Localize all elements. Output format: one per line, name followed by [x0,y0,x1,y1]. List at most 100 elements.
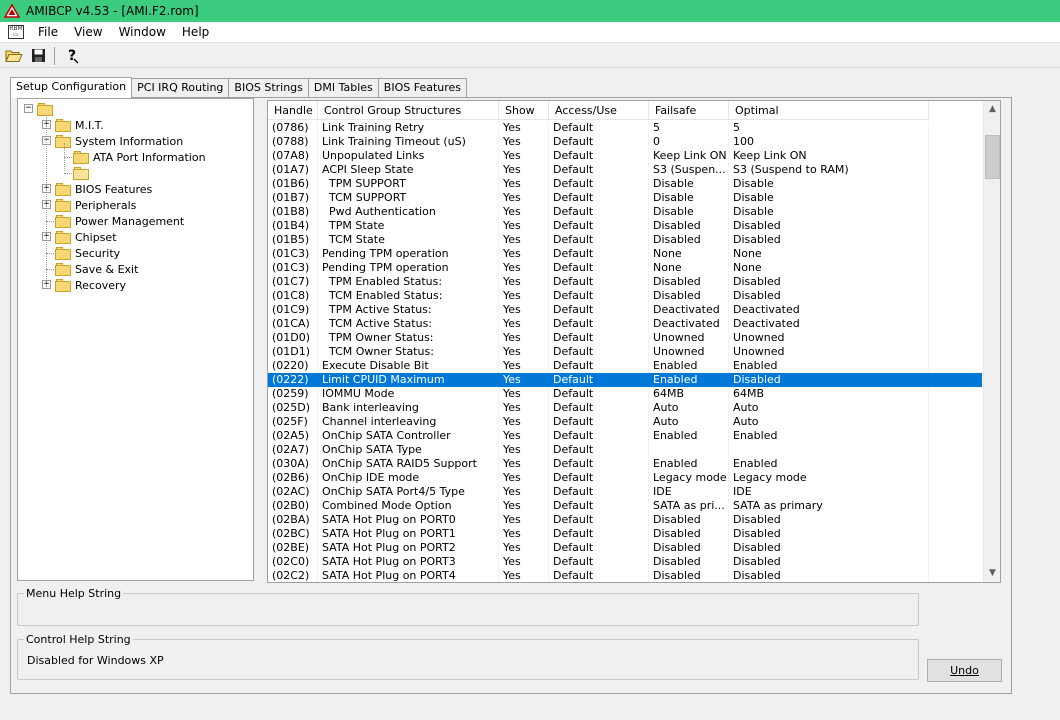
table-row[interactable]: (01B8) Pwd Authentication Yes Default Disab… [268,205,982,219]
tree-item[interactable]: Chipset [55,229,117,245]
save-button[interactable] [27,45,50,66]
table-cell: TCM Active Status: [318,317,499,331]
undo-button[interactable]: Undo [927,659,1002,682]
table-row[interactable]: (01B6) TPM SUPPORT Yes Default Disable Disab… [268,177,982,191]
table-cell: Deactivated [649,303,729,317]
table-row[interactable]: (07A8) Unpopulated Links Yes Default Keep Li… [268,149,982,163]
table-cell: S3 (Suspend to RAM) [729,163,929,177]
table-cell: Yes [499,121,549,135]
table-row[interactable]: (02A5) OnChip SATA Controller Yes Default En… [268,429,982,443]
help-button[interactable]: ? [61,45,84,66]
menu-file[interactable]: File [30,22,66,43]
table-cell: Disabled [649,289,729,303]
table-row[interactable]: (01B4) TPM State Yes Default Disabled Disabl… [268,219,982,233]
table-row[interactable]: (02B0) Combined Mode Option Yes Default SATA… [268,499,982,513]
table-row[interactable]: (02A7) OnChip SATA Type Yes Default [268,443,982,457]
tree-item-label: Save & Exit [75,262,139,276]
setup-tree[interactable]: − + M.I.T. − System Information ATA Port Info… [17,98,254,581]
table-cell: Default [549,415,649,429]
tab-setup-configuration[interactable]: Setup Configuration [10,77,133,98]
tab-dmi-tables[interactable]: DMI Tables [307,78,379,97]
table-row[interactable]: (02AC) OnChip SATA Port4/5 Type Yes Default… [268,485,982,499]
table-cell: Disable [649,205,729,219]
column-header[interactable]: Access/Use [549,101,649,120]
menu-help[interactable]: Help [174,22,217,43]
table-row[interactable]: (01C8) TCM Enabled Status: Yes Default Disa… [268,289,982,303]
table-row[interactable]: (0220) Execute Disable Bit Yes Default Enabl… [268,359,982,373]
column-header[interactable]: Control Group Structures [318,101,499,120]
tree-item[interactable]: Save & Exit [55,261,138,277]
control-grid[interactable]: Handle Control Group Structures Show Access… [267,100,1001,583]
table-row[interactable]: (01D0) TPM Owner Status: Yes Default Unowne… [268,331,982,345]
column-header[interactable]: Show [499,101,549,120]
tree-item[interactable]: Peripherals [55,197,136,213]
table-row[interactable]: (01B5) TCM State Yes Default Disabled Disabl… [268,233,982,247]
table-row[interactable]: (025D) Bank interleaving Yes Default Auto Aut… [268,401,982,415]
column-header[interactable]: Optimal [729,101,929,120]
tree-item[interactable]: System Information [55,133,183,149]
table-row[interactable]: (01A7) ACPI Sleep State Yes Default S3 (Susp… [268,163,982,177]
table-cell: None [729,247,929,261]
table-cell: Default [549,177,649,191]
table-cell: Yes [499,261,549,275]
table-row[interactable]: (01CA) TCM Active Status: Yes Default Deact… [268,317,982,331]
table-cell: (0259) [268,387,318,401]
open-button[interactable] [2,45,25,66]
table-row[interactable]: (0222) Limit CPUID Maximum Yes Default Enabl… [268,373,982,387]
tree-item[interactable]: Recovery [55,277,126,293]
scroll-down-icon[interactable]: ▼ [984,565,1000,582]
table-row[interactable]: (0786) Link Training Retry Yes Default 5 5 [268,121,982,135]
table-row[interactable]: (01C3) Pending TPM operation Yes Default Non… [268,247,982,261]
table-cell: Yes [499,163,549,177]
table-cell: Unowned [649,331,729,345]
table-row[interactable]: (02C2) SATA Hot Plug on PORT4 Yes Default Di… [268,569,982,582]
tree-item-label: Recovery [75,278,127,292]
table-cell: Default [549,303,649,317]
table-cell: IOMMU Mode [318,387,499,401]
table-row[interactable]: (02B6) OnChip IDE mode Yes Default Legacy mo… [268,471,982,485]
table-row[interactable]: (01C7) TPM Enabled Status: Yes Default Disa… [268,275,982,289]
table-cell: (01D1) [268,345,318,359]
table-row[interactable]: (0788) Link Training Timeout (uS) Yes Defau… [268,135,982,149]
column-header[interactable]: Failsafe [649,101,729,120]
menu-window[interactable]: Window [111,22,174,43]
table-row[interactable]: (02BA) SATA Hot Plug on PORT0 Yes Default Di… [268,513,982,527]
table-row[interactable]: (01D1) TCM Owner Status: Yes Default Unowne… [268,345,982,359]
tree-item[interactable]: ATA Port Information [73,149,206,165]
table-cell: (02BE) [268,541,318,555]
table-cell: Yes [499,177,549,191]
table-row[interactable]: (030A) OnChip SATA RAID5 Support Yes Defaul… [268,457,982,471]
tab-pci-irq-routing[interactable]: PCI IRQ Routing [131,78,230,97]
document-system-icon[interactable]: RBM ▭ [8,25,24,39]
table-row[interactable]: (02BC) SATA Hot Plug on PORT1 Yes Default Di… [268,527,982,541]
table-cell: Bank interleaving [318,401,499,415]
scroll-up-icon[interactable]: ▲ [984,101,1000,118]
column-header[interactable]: Handle [268,101,318,120]
table-cell: Yes [499,443,549,457]
tree-item[interactable]: BIOS Features [55,181,152,197]
table-row[interactable]: (0259) IOMMU Mode Yes Default 64MB 64MB [268,387,982,401]
tab-bios-features[interactable]: BIOS Features [377,78,468,97]
table-row[interactable]: (02C0) SATA Hot Plug on PORT3 Yes Default Di… [268,555,982,569]
table-cell: Disabled [729,289,929,303]
table-row[interactable]: (01C3) Pending TPM operation Yes Default Non… [268,261,982,275]
table-cell: OnChip SATA Port4/5 Type [318,485,499,499]
tree-expander-minus-icon[interactable]: − [24,104,33,113]
table-cell: Disabled [729,219,929,233]
table-cell: Yes [499,205,549,219]
table-row[interactable]: (01B7) TCM SUPPORT Yes Default Disable Disab… [268,191,982,205]
table-row[interactable]: (025F) Channel interleaving Yes Default Auto… [268,415,982,429]
tree-item[interactable] [37,101,57,117]
scroll-thumb[interactable] [985,135,1000,179]
table-row[interactable]: (02BE) SATA Hot Plug on PORT2 Yes Default Di… [268,541,982,555]
tree-item[interactable]: M.I.T. [55,117,104,133]
tree-item[interactable] [73,165,93,181]
menu-view[interactable]: View [66,22,110,43]
table-cell: Disabled [729,513,929,527]
grid-vertical-scrollbar[interactable]: ▲ ▼ [983,101,1000,582]
tree-item[interactable]: Security [55,245,120,261]
tab-bios-strings[interactable]: BIOS Strings [228,78,309,97]
table-cell: Limit CPUID Maximum [318,373,499,387]
table-row[interactable]: (01C9) TPM Active Status: Yes Default Deact… [268,303,982,317]
tree-item[interactable]: Power Management [55,213,184,229]
